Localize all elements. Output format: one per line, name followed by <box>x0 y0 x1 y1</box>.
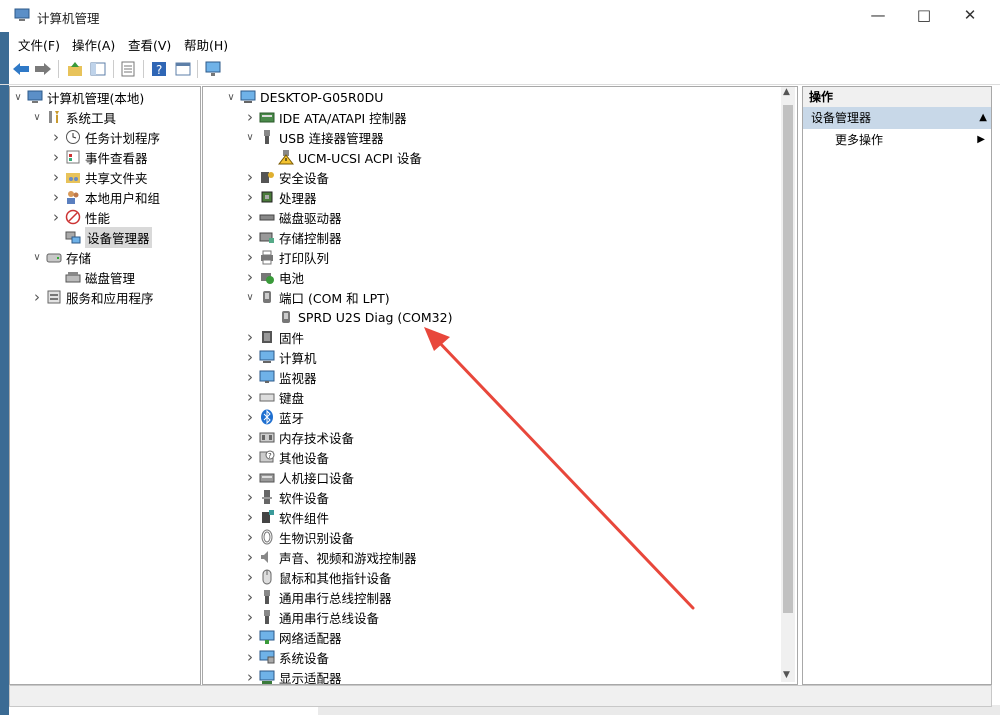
annotation-arrow-head <box>424 327 450 351</box>
annotation-arrow <box>424 327 695 610</box>
annotation-arrow-line <box>434 337 695 610</box>
